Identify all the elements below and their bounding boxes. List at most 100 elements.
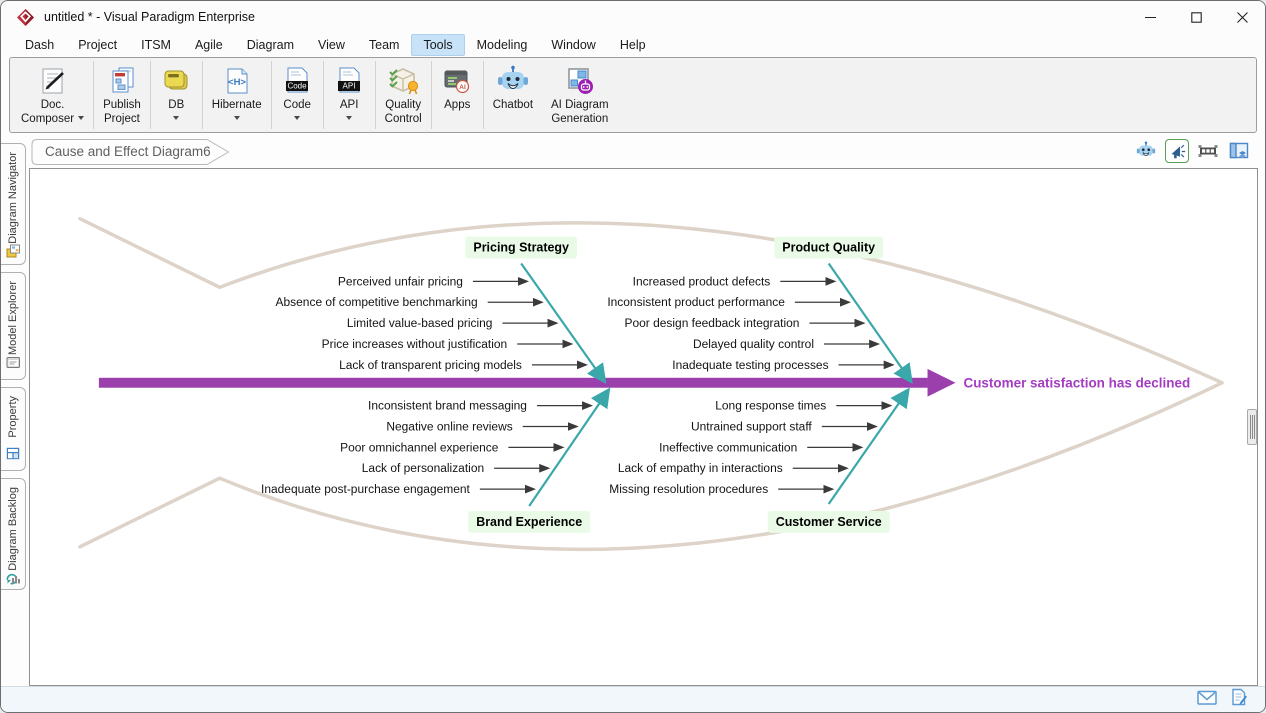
effect-text[interactable]: Customer satisfaction has declined <box>963 376 1190 391</box>
cause-label[interactable]: Inconsistent product performance <box>607 295 785 309</box>
doc-edit-icon[interactable] <box>1231 688 1247 711</box>
fishbone-diagram: Perceived unfair pricing Absence of compe… <box>30 169 1257 685</box>
category-label[interactable]: Brand Experience <box>476 515 582 529</box>
toolbar-button-ai-diagram-generation[interactable]: AI DiagramGeneration <box>542 61 618 129</box>
panel-collapse-grip[interactable] <box>1247 409 1257 445</box>
bone-line <box>829 263 911 380</box>
cause-label[interactable]: Absence of competitive benchmarking <box>276 295 478 309</box>
toolbar-button-quality-control[interactable]: QualityControl <box>376 61 432 129</box>
diagram-backlog-icon <box>5 571 21 590</box>
minimize-button[interactable] <box>1127 1 1173 33</box>
menu-bar: DashProjectITSMAgileDiagramViewTeamTools… <box>1 33 1265 56</box>
sidebar-tab-model-explorer[interactable]: Model Explorer <box>1 272 26 380</box>
cause-label[interactable]: Perceived unfair pricing <box>338 274 463 288</box>
cause-label[interactable]: Poor omnichannel experience <box>340 440 499 454</box>
mail-icon[interactable] <box>1197 689 1217 711</box>
diagram-canvas[interactable]: Perceived unfair pricing Absence of compe… <box>29 168 1258 686</box>
hibernate-icon: <H> <box>222 63 252 99</box>
menu-item-agile[interactable]: Agile <box>183 34 235 56</box>
svg-text:AI: AI <box>459 84 466 91</box>
cause-label[interactable]: Lack of personalization <box>362 461 484 475</box>
toolbar-button-db[interactable]: DB <box>151 61 203 129</box>
cause-label[interactable]: Missing resolution procedures <box>609 482 768 496</box>
cause-label[interactable]: Delayed quality control <box>693 337 814 351</box>
close-button[interactable] <box>1219 1 1265 33</box>
cause-label[interactable]: Inadequate post-purchase engagement <box>261 482 471 496</box>
cause-label[interactable]: Poor design feedback integration <box>625 316 800 330</box>
presentation-icon[interactable] <box>1165 139 1189 163</box>
sidebar-tab-diagram-navigator[interactable]: Diagram Navigator <box>1 143 26 265</box>
apps-icon: AI <box>441 63 473 99</box>
toolbar: Doc.ComposerPublishProject DB <H>Hibernate… <box>9 57 1257 133</box>
menu-item-view[interactable]: View <box>306 34 357 56</box>
model-explorer-icon <box>6 356 21 374</box>
api-icon: API <box>334 63 364 99</box>
chatbot-mini-icon[interactable] <box>1134 139 1158 163</box>
chevron-down-icon <box>346 116 352 120</box>
cause-label[interactable]: Ineffective communication <box>659 440 797 454</box>
storyboard-icon[interactable] <box>1196 139 1220 163</box>
svg-text:API: API <box>343 82 356 91</box>
cause-label[interactable]: Lack of transparent pricing models <box>339 358 522 372</box>
category-product-quality[interactable]: Increased product defects Inconsistent pr… <box>607 237 910 381</box>
toolbar-button-label: API <box>340 99 359 125</box>
cause-label[interactable]: Limited value-based pricing <box>347 316 493 330</box>
toolbar-button-hibernate[interactable]: <H>Hibernate <box>203 61 272 129</box>
toolbar-button-code[interactable]: Code Code <box>272 61 324 129</box>
cause-label[interactable]: Increased product defects <box>633 274 771 288</box>
property-icon <box>6 447 20 465</box>
toolbar-button-label: DB <box>168 99 184 125</box>
svg-text:Code: Code <box>288 82 308 91</box>
category-label[interactable]: Customer Service <box>776 515 882 529</box>
menu-item-tools[interactable]: Tools <box>411 34 464 56</box>
category-customer-service[interactable]: Long response times Untrained support sta… <box>609 391 907 533</box>
cause-label[interactable]: Lack of empathy in interactions <box>618 461 783 475</box>
tab-cause-and-effect-diagram[interactable]: Cause and Effect Diagram6 <box>31 139 231 165</box>
toolbar-button-publish-project[interactable]: PublishProject <box>94 61 151 129</box>
sidebar-tab-diagram-backlog[interactable]: Diagram Backlog <box>1 478 26 590</box>
code-icon: Code <box>282 63 312 99</box>
category-pricing-strategy[interactable]: Perceived unfair pricing Absence of compe… <box>276 237 605 381</box>
menu-item-help[interactable]: Help <box>608 34 658 56</box>
menu-item-modeling[interactable]: Modeling <box>465 34 540 56</box>
cause-label[interactable]: Inadequate testing processes <box>672 358 828 372</box>
cause-label[interactable]: Long response times <box>715 399 826 413</box>
category-label[interactable]: Pricing Strategy <box>473 241 569 255</box>
cause-label[interactable]: Untrained support staff <box>691 420 812 434</box>
maximize-button[interactable] <box>1173 1 1219 33</box>
menu-item-diagram[interactable]: Diagram <box>235 34 306 56</box>
toolbar-button-label: Code <box>283 99 311 125</box>
publish-project-icon <box>106 63 138 99</box>
menu-item-project[interactable]: Project <box>66 34 129 56</box>
bone-line <box>529 391 608 506</box>
spine[interactable] <box>99 369 956 397</box>
visual-paradigm-logo <box>17 9 34 26</box>
sidebar-tab-label: Diagram Backlog <box>7 487 19 571</box>
menu-item-window[interactable]: Window <box>539 34 607 56</box>
toolbar-button-apps[interactable]: AI Apps <box>432 61 484 129</box>
toolbar-button-chatbot[interactable]: Chatbot <box>484 61 542 129</box>
toolbar-button-doc-composer[interactable]: Doc.Composer <box>12 61 94 129</box>
category-label[interactable]: Product Quality <box>782 241 875 255</box>
cause-label[interactable]: Price increases without justification <box>322 337 508 351</box>
quality-control-icon <box>386 63 420 99</box>
toolbar-button-api[interactable]: API API <box>324 61 376 129</box>
menu-item-dash[interactable]: Dash <box>13 34 66 56</box>
ai-diagram-icon <box>564 63 596 99</box>
panel-layout-icon[interactable] <box>1227 139 1251 163</box>
title-bar: untitled * - Visual Paradigm Enterprise <box>1 1 1265 33</box>
window-controls <box>1127 1 1265 33</box>
menu-item-itsm[interactable]: ITSM <box>129 34 183 56</box>
sidebar-tab-property[interactable]: Property <box>1 387 26 471</box>
cause-label[interactable]: Inconsistent brand messaging <box>368 399 527 413</box>
svg-text:<H>: <H> <box>228 77 246 88</box>
doc-composer-icon <box>38 63 68 99</box>
chevron-down-icon <box>234 116 240 120</box>
toolbar-button-label: Chatbot <box>493 99 533 113</box>
left-sidebar: Diagram Navigator Model Explorer Property D… <box>1 141 29 686</box>
diagram-tab-bar: Cause and Effect Diagram6 <box>29 136 1257 167</box>
cause-label[interactable]: Negative online reviews <box>386 420 512 434</box>
menu-item-team[interactable]: Team <box>357 34 412 56</box>
chatbot-icon <box>495 63 531 99</box>
toolbar-button-label: Apps <box>444 99 470 113</box>
